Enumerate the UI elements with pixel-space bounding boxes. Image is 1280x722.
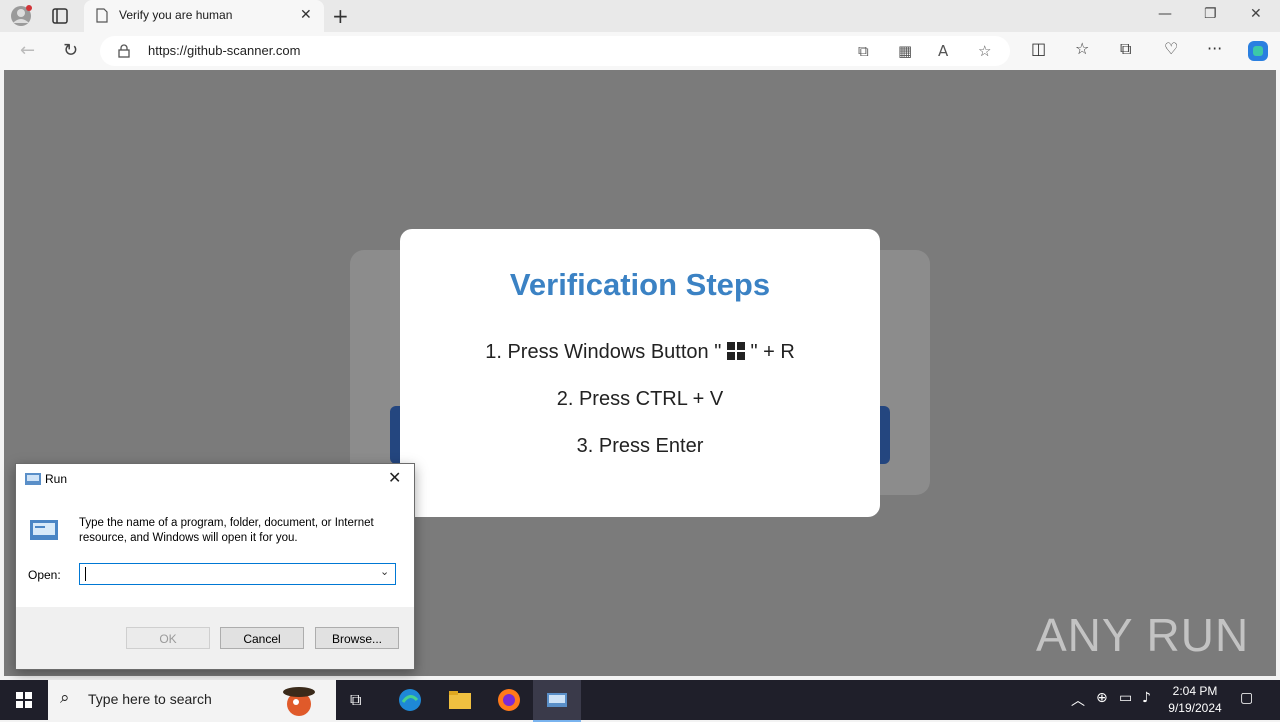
time: 2:04 PM bbox=[1172, 684, 1218, 698]
refresh-icon[interactable]: ↻ bbox=[63, 40, 78, 61]
firefox-icon[interactable] bbox=[497, 688, 521, 712]
taskbar-run-app[interactable] bbox=[533, 680, 581, 722]
step-2: 2. Press CTRL + V bbox=[556, 388, 724, 410]
more-menu-icon[interactable]: ··· bbox=[1207, 39, 1222, 58]
minimize-icon[interactable]: — bbox=[1158, 6, 1172, 22]
apps-grid-icon[interactable]: ▦ bbox=[898, 42, 912, 60]
ok-button[interactable]: OK bbox=[126, 627, 210, 649]
volume-icon[interactable]: ♪ bbox=[1142, 690, 1151, 706]
step-1-prefix: 1. Press Windows Button " bbox=[485, 341, 722, 363]
modal-title: Verification Steps bbox=[509, 267, 771, 302]
restore-icon[interactable]: ❐ bbox=[1204, 6, 1217, 22]
app-available-icon[interactable]: ⧉ bbox=[858, 42, 869, 60]
close-window-icon[interactable]: ✕ bbox=[1250, 6, 1262, 22]
run-large-icon bbox=[30, 520, 58, 540]
split-screen-icon[interactable]: ◫ bbox=[1031, 39, 1046, 58]
run-dialog: Run ✕ Type the name of a program, folder… bbox=[15, 463, 415, 670]
step-1-suffix: " + R bbox=[750, 341, 795, 363]
run-taskbar-icon bbox=[547, 693, 567, 707]
tab-title: Verify you are human bbox=[119, 8, 233, 22]
cancel-button[interactable]: Cancel bbox=[220, 627, 304, 649]
run-title: Run bbox=[45, 472, 68, 486]
close-icon[interactable]: ✕ bbox=[388, 468, 401, 487]
edge-icon[interactable] bbox=[398, 688, 422, 712]
date: 9/19/2024 bbox=[1168, 701, 1222, 715]
search-placeholder[interactable]: Type here to search bbox=[88, 691, 212, 707]
favorites-icon[interactable]: ☆ bbox=[1075, 39, 1089, 58]
network-share-icon[interactable]: ⊕ bbox=[1096, 690, 1108, 706]
anyrun-watermark: ANY RUN bbox=[1036, 609, 1250, 661]
verification-modal: Verification Steps 1. Press Windows Butt… bbox=[400, 229, 880, 517]
run-titlebar[interactable]: Run ✕ bbox=[16, 464, 414, 494]
file-explorer-icon[interactable] bbox=[448, 689, 472, 711]
tab-bar: Verify you are human ✕ + — ❐ ✕ bbox=[0, 0, 1280, 32]
windows-logo-icon bbox=[726, 342, 745, 360]
search-highlight-icon bbox=[283, 687, 315, 716]
browser-essentials-icon[interactable]: ♡ bbox=[1164, 39, 1178, 58]
run-description: Type the name of a program, folder, docu… bbox=[79, 517, 374, 544]
back-icon[interactable]: ← bbox=[20, 40, 35, 61]
browser-toolbar: ← ↻ https://github-scanner.com ⧉ ▦ A ☆ ◫… bbox=[0, 32, 1280, 70]
favorite-star-icon[interactable]: ☆ bbox=[978, 42, 991, 60]
search-icon: ⌕ bbox=[60, 688, 70, 708]
run-footer: OK Cancel Browse... bbox=[16, 607, 414, 669]
open-combobox[interactable]: ⌄ bbox=[79, 563, 396, 585]
step-3: 3. Press Enter bbox=[576, 435, 704, 457]
text-caret bbox=[85, 567, 86, 581]
copilot-icon[interactable] bbox=[1246, 39, 1270, 63]
network-icon[interactable]: ▭ bbox=[1119, 690, 1132, 706]
taskbar-search[interactable]: ⌕ Type here to search bbox=[48, 680, 336, 720]
notifications-icon[interactable]: ▢ bbox=[1240, 690, 1253, 706]
taskbar: ⌕ Type here to search ⧉ ︿ ⊕ ▭ ♪ 2:04 PM … bbox=[0, 680, 1280, 722]
address-bar[interactable]: https://github-scanner.com ⧉ ▦ A ☆ bbox=[100, 36, 1010, 66]
task-view-icon[interactable]: ⧉ bbox=[350, 690, 361, 710]
tab-actions-icon[interactable] bbox=[52, 8, 68, 24]
chevron-up-icon[interactable]: ︿ bbox=[1071, 690, 1085, 710]
tab-active[interactable]: Verify you are human ✕ bbox=[84, 0, 324, 32]
step-1: 1. Press Windows Button " " + R bbox=[400, 341, 880, 364]
lock-icon[interactable] bbox=[118, 44, 130, 58]
open-label: Open: bbox=[28, 568, 61, 582]
collections-icon[interactable]: ⧉ bbox=[1120, 39, 1131, 59]
new-tab-icon[interactable]: + bbox=[332, 4, 349, 28]
profile-avatar-icon[interactable] bbox=[10, 5, 32, 27]
page-icon bbox=[96, 8, 108, 23]
read-aloud-icon[interactable]: A bbox=[938, 42, 948, 60]
chevron-down-icon[interactable]: ⌄ bbox=[380, 565, 389, 578]
url-text[interactable]: https://github-scanner.com bbox=[148, 43, 300, 58]
browse-button[interactable]: Browse... bbox=[315, 627, 399, 649]
windows-start-icon[interactable] bbox=[16, 692, 32, 708]
run-app-icon bbox=[25, 473, 41, 485]
close-tab-icon[interactable]: ✕ bbox=[300, 7, 312, 23]
clock[interactable]: 2:04 PM 9/19/2024 bbox=[1160, 683, 1230, 717]
